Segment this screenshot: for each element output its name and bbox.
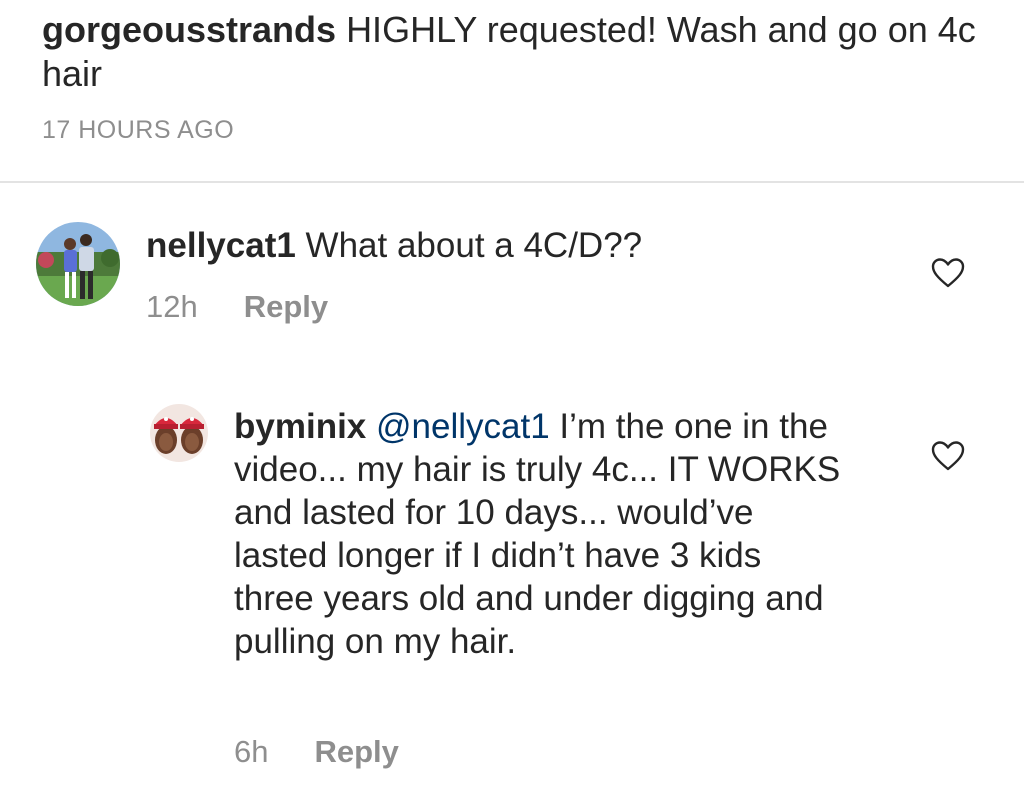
avatar[interactable] [36,222,120,306]
caption-divider [0,181,1024,183]
post-username[interactable]: gorgeousstrands [42,9,336,50]
mention-link[interactable]: @nellycat1 [376,407,550,446]
post-timestamp: 17 HOURS AGO [42,116,235,144]
heart-outline-icon[interactable] [931,440,965,472]
post-caption: gorgeousstrands HIGHLY requested! Wash a… [42,8,982,96]
reply-button[interactable]: Reply [244,289,328,325]
comment-text: byminix @nellycat1 I’m the one in the vi… [234,405,844,663]
avatar-photo-icon [150,404,208,462]
comment-username[interactable]: nellycat1 [146,226,296,265]
avatar-photo-icon [36,222,120,306]
comment-meta: 6h Reply [234,734,399,770]
heart-outline-icon[interactable] [931,257,965,289]
comment-time: 6h [234,734,269,769]
reply-button[interactable]: Reply [314,734,398,770]
comment-text: nellycat1 What about a 4C/D?? [146,224,906,267]
comment-meta: 12h Reply [146,289,328,325]
avatar[interactable] [150,404,208,462]
comment-time: 12h [146,289,198,324]
comment-username[interactable]: byminix [234,407,366,446]
comment-body: What about a 4C/D?? [305,226,643,265]
